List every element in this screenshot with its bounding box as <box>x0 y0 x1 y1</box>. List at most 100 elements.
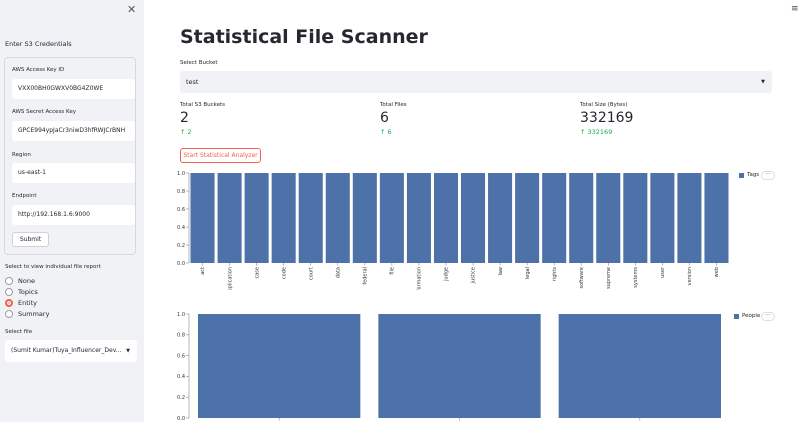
x-tick-label: law <box>498 267 504 276</box>
people-legend: People <box>734 313 760 319</box>
start-analyzer-button[interactable]: Start Statistical Analyzer <box>180 148 261 163</box>
y-tick-label: 0.8 <box>177 333 185 339</box>
x-tick-label: legal <box>525 267 531 279</box>
y-tick-label: 0.4 <box>177 225 185 231</box>
x-tick-label: supreme <box>606 267 612 289</box>
bar-file[interactable] <box>379 173 404 263</box>
sidebar: ✕ Enter S3 Credentials AWS Access Key ID… <box>0 0 144 422</box>
metric-value: 6 <box>380 110 389 126</box>
bar-version[interactable] <box>677 173 702 263</box>
bar-application[interactable] <box>217 173 242 263</box>
metric-files: Total Files 6 ↑ 6 <box>380 102 407 136</box>
bar-case[interactable] <box>244 173 269 263</box>
metric-value: 2 <box>180 110 189 126</box>
radio-option-summary[interactable]: Summary <box>5 309 49 319</box>
bar-judge[interactable] <box>433 173 458 263</box>
people-bar-chart: 0.0 0.2 0.4 0.6 0.8 1.0 <box>177 312 721 422</box>
access-key-label: AWS Access Key ID <box>12 67 65 73</box>
close-icon[interactable]: ✕ <box>127 3 136 16</box>
bar-supreme[interactable] <box>596 173 621 263</box>
x-tick-label: version <box>687 267 693 285</box>
more-options-icon[interactable]: ··· <box>761 171 775 180</box>
y-tick-label: 0.6 <box>177 353 185 359</box>
x-tick-label: information <box>417 267 423 290</box>
legend-swatch <box>739 172 744 178</box>
secret-key-input[interactable]: GPCE994ypJaCr3niwD3hfRWJCrBNH <box>12 121 135 141</box>
metric-buckets: Total S3 Buckets 2 ↑ 2 <box>180 102 225 136</box>
y-tick-label: 0.4 <box>177 374 185 380</box>
bar-act[interactable] <box>190 173 215 263</box>
y-tick-label: 0.0 <box>177 416 185 422</box>
y-tick-label: 0.8 <box>177 189 185 195</box>
radio-label: Topics <box>18 288 38 296</box>
x-tick-label: judge <box>444 267 450 282</box>
endpoint-label: Endpoint <box>12 193 37 199</box>
bar-item-2[interactable] <box>558 314 721 418</box>
x-tick-label: case <box>254 267 260 279</box>
region-input[interactable]: us-east-1 <box>12 163 135 183</box>
bar-web[interactable] <box>704 173 729 263</box>
endpoint-input[interactable]: http://192.168.1.6:9000 <box>12 205 135 225</box>
bar-information[interactable] <box>406 173 431 263</box>
x-tick-label: software <box>579 267 585 288</box>
metric-value: 332169 <box>580 110 634 126</box>
bucket-select-label: Select Bucket <box>180 60 218 66</box>
report-radio-label: Select to view individual file report <box>5 264 101 270</box>
y-tick-label: 0.0 <box>177 261 185 267</box>
radio-circle[interactable] <box>5 288 13 296</box>
bar-rights[interactable] <box>542 173 567 263</box>
credentials-form: AWS Access Key ID VXX00BH0GWXV0BG4Z0WE A… <box>4 57 136 255</box>
x-tick-label: justice <box>471 267 477 284</box>
y-tick-label: 1.0 <box>177 312 185 318</box>
chevron-down-icon: ▼ <box>126 348 130 354</box>
bar-court[interactable] <box>298 173 323 263</box>
more-options-icon[interactable]: ··· <box>761 312 775 321</box>
x-tick-label: file <box>390 267 396 275</box>
bar-user[interactable] <box>650 173 675 263</box>
bar-item-0[interactable] <box>198 314 361 418</box>
bar-federal[interactable] <box>352 173 377 263</box>
menu-icon[interactable]: ≡ <box>791 4 799 14</box>
metric-label: Total Files <box>380 102 407 108</box>
bar-item-1[interactable] <box>378 314 541 418</box>
x-tick-label: code <box>281 267 287 279</box>
bar-legal[interactable] <box>515 173 540 263</box>
metric-label: Total S3 Buckets <box>180 102 226 108</box>
radio-label: Entity <box>18 299 37 307</box>
metric-delta: ↑ 6 <box>380 128 392 136</box>
tags-legend: Tags <box>739 172 759 178</box>
bar-systems[interactable] <box>623 173 648 263</box>
y-tick-label: 0.2 <box>177 395 185 401</box>
file-select-label: Select file <box>5 329 33 335</box>
x-tick-label: systems <box>633 267 639 288</box>
metric-delta: ↑ 2 <box>180 128 192 136</box>
metric-size: Total Size (Bytes) 332169 ↑ 332169 <box>580 102 633 136</box>
radio-circle[interactable] <box>5 277 13 285</box>
x-tick-label: user <box>660 266 666 278</box>
radio-circle[interactable] <box>5 310 13 318</box>
secret-key-label: AWS Secret Access Key <box>12 109 77 115</box>
legend-label: Tags <box>747 172 760 178</box>
tags-bar-chart: 0.0 0.2 0.4 0.6 0.8 1.0 act application case code… <box>177 171 729 290</box>
bar-data[interactable] <box>325 173 350 263</box>
bar-justice[interactable] <box>461 173 486 263</box>
submit-button[interactable]: Submit <box>12 232 49 247</box>
y-tick-label: 0.2 <box>177 243 185 249</box>
bar-law[interactable] <box>488 173 513 263</box>
file-select-value: (Sumit Kumar)Tuya_Influencer_Dev... <box>11 347 122 354</box>
access-key-input[interactable]: VXX00BH0GWXV0BG4Z0WE <box>12 79 135 99</box>
radio-label: None <box>18 277 35 285</box>
page-title: Statistical File Scanner <box>180 26 428 48</box>
file-select[interactable]: (Sumit Kumar)Tuya_Influencer_Dev... ▼ <box>5 340 137 362</box>
bucket-select-value: test <box>186 78 199 86</box>
radio-option-entity[interactable]: Entity <box>5 298 37 308</box>
radio-label: Summary <box>18 310 50 318</box>
x-tick-label: act <box>200 267 206 275</box>
radio-option-none[interactable]: None <box>5 276 35 286</box>
bucket-select[interactable]: test ▼ <box>180 71 772 93</box>
bar-software[interactable] <box>569 173 594 263</box>
radio-option-topics[interactable]: Topics <box>5 287 38 297</box>
radio-circle-selected[interactable] <box>5 299 13 307</box>
x-tick-label: federal <box>363 267 369 285</box>
bar-code[interactable] <box>271 173 296 263</box>
